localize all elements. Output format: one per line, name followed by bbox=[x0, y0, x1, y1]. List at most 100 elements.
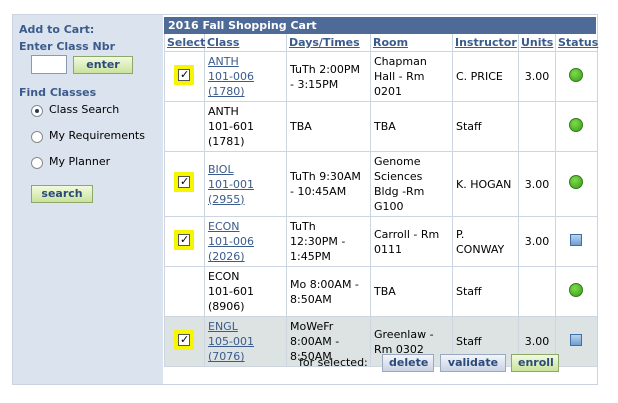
cart-row: ECON 101-006 (2026) TuTh 12:30PM - 1:45PMCa… bbox=[164, 216, 597, 267]
column-header-class[interactable]: Class bbox=[204, 34, 287, 52]
open-status-icon bbox=[569, 175, 584, 189]
waitlist-status-icon bbox=[570, 333, 583, 346]
radio-my-requirements-label: My Requirements bbox=[49, 129, 145, 142]
open-status-icon bbox=[569, 67, 584, 82]
radio-selected-icon[interactable] bbox=[31, 105, 43, 117]
table-header-row: Select Class Days/Times Room Instructor … bbox=[164, 34, 598, 52]
class-number[interactable]: (1780) bbox=[208, 85, 245, 98]
search-button[interactable]: search bbox=[31, 185, 93, 203]
cart-title: 2016 Fall Shopping Cart bbox=[164, 17, 596, 34]
class-subject[interactable]: ENGL bbox=[208, 320, 238, 333]
radio-my-planner-label: My Planner bbox=[49, 155, 111, 168]
days-times-cell: TuTh 9:30AM - 10:45AM bbox=[286, 151, 371, 217]
instructor-cell: P. CONWAY bbox=[452, 216, 519, 267]
class-cell: ANTH 101-601 (1781) bbox=[204, 101, 287, 152]
select-checkbox[interactable] bbox=[174, 172, 194, 192]
enter-class-nbr-label: Enter Class Nbr bbox=[19, 40, 116, 53]
class-cell: ECON 101-601 (8906) bbox=[204, 266, 287, 317]
class-section[interactable]: 101-006 bbox=[208, 70, 254, 83]
class-cell[interactable]: BIOL 101-001 (2955) bbox=[204, 151, 287, 217]
instructor-cell: Staff bbox=[452, 101, 519, 152]
status-cell bbox=[555, 266, 597, 317]
checkmark-icon[interactable] bbox=[178, 232, 190, 247]
days-times-cell: Mo 8:00AM - 8:50AM bbox=[286, 266, 371, 317]
class-nbr-input[interactable] bbox=[31, 55, 67, 74]
shopping-cart: 2016 Fall Shopping Cart Select Class Day… bbox=[164, 17, 598, 367]
class-section[interactable]: 101-001 bbox=[208, 178, 254, 191]
class-section: 101-601 bbox=[208, 120, 254, 133]
class-number[interactable]: (2026) bbox=[208, 250, 245, 263]
class-number: (8906) bbox=[208, 300, 245, 313]
select-checkbox[interactable] bbox=[174, 64, 194, 85]
select-cell bbox=[164, 266, 205, 317]
units-cell: 3.00 bbox=[518, 151, 556, 217]
cart-row: ECON 101-601 (8906) Mo 8:00AM - 8:50AM TBA St… bbox=[164, 266, 597, 317]
checkmark-icon[interactable] bbox=[178, 67, 190, 82]
class-section[interactable]: 101-006 bbox=[208, 235, 254, 248]
column-header-instructor[interactable]: Instructor bbox=[452, 34, 519, 52]
left-sidebar: Add to Cart: Enter Class Nbr enter Find … bbox=[13, 15, 163, 384]
checkmark-icon[interactable] bbox=[178, 174, 190, 189]
select-checkbox[interactable] bbox=[174, 229, 194, 250]
radio-class-search-label: Class Search bbox=[49, 103, 120, 116]
units-cell: 3.00 bbox=[518, 51, 556, 102]
cart-row: ANTH 101-006 (1780) TuTh 2:00PM - 3:15PMCha… bbox=[164, 51, 597, 102]
validate-button[interactable]: validate bbox=[440, 354, 506, 372]
instructor-cell: C. PRICE bbox=[452, 51, 519, 102]
radio-unselected-icon[interactable] bbox=[31, 131, 43, 143]
class-section: 101-601 bbox=[208, 285, 254, 298]
days-times-cell: TuTh 12:30PM - 1:45PM bbox=[286, 216, 371, 267]
room-cell: TBA bbox=[370, 101, 453, 152]
class-number[interactable]: (2955) bbox=[208, 193, 245, 206]
select-cell bbox=[164, 316, 205, 367]
radio-unselected-icon[interactable] bbox=[31, 157, 43, 169]
class-number: (1781) bbox=[208, 135, 245, 148]
delete-button[interactable]: delete bbox=[382, 354, 434, 372]
for-selected-label: for selected: bbox=[299, 356, 368, 369]
shopping-cart-panel: Add to Cart: Enter Class Nbr enter Find … bbox=[12, 14, 598, 385]
cart-row: ANTH 101-601 (1781) TBA TBA Staff bbox=[164, 101, 597, 152]
enroll-button[interactable]: enroll bbox=[511, 354, 559, 372]
units-cell bbox=[518, 266, 556, 317]
open-status-icon bbox=[569, 282, 584, 297]
units-cell: 3.00 bbox=[518, 216, 556, 267]
room-cell: Carroll - Rm 0111 bbox=[370, 216, 453, 267]
instructor-cell: Staff bbox=[452, 266, 519, 317]
select-cell bbox=[164, 51, 205, 102]
class-cell[interactable]: ENGL 105-001 (7076) bbox=[204, 316, 287, 367]
class-subject[interactable]: BIOL bbox=[208, 163, 234, 176]
column-header-units[interactable]: Units bbox=[518, 34, 556, 52]
add-to-cart-heading: Add to Cart: bbox=[19, 23, 95, 36]
status-cell bbox=[555, 101, 597, 152]
enter-button[interactable]: enter bbox=[73, 56, 133, 74]
select-cell bbox=[164, 101, 205, 152]
class-subject: ECON bbox=[208, 270, 240, 283]
cart-table: Select Class Days/Times Room Instructor … bbox=[164, 34, 598, 367]
class-number[interactable]: (7076) bbox=[208, 350, 245, 363]
select-cell bbox=[164, 151, 205, 217]
select-checkbox[interactable] bbox=[174, 329, 194, 350]
instructor-cell: K. HOGAN bbox=[452, 151, 519, 217]
status-cell bbox=[555, 316, 597, 367]
class-cell[interactable]: ECON 101-006 (2026) bbox=[204, 216, 287, 267]
find-classes-heading: Find Classes bbox=[19, 86, 97, 99]
column-header-select[interactable]: Select bbox=[164, 34, 205, 52]
class-cell[interactable]: ANTH 101-006 (1780) bbox=[204, 51, 287, 102]
room-cell: Chapman Hall - Rm 0201 bbox=[370, 51, 453, 102]
class-subject[interactable]: ECON bbox=[208, 220, 240, 233]
checkmark-icon[interactable] bbox=[178, 332, 190, 347]
column-header-status[interactable]: Status bbox=[555, 34, 598, 52]
status-cell bbox=[555, 216, 597, 267]
days-times-cell: TuTh 2:00PM - 3:15PM bbox=[286, 51, 371, 102]
column-header-room[interactable]: Room bbox=[370, 34, 453, 52]
cart-row: BIOL 101-001 (2955) TuTh 9:30AM - 10:45AMGe… bbox=[164, 151, 597, 217]
units-cell bbox=[518, 101, 556, 152]
status-cell bbox=[555, 51, 597, 102]
column-header-days-times[interactable]: Days/Times bbox=[286, 34, 371, 52]
class-subject[interactable]: ANTH bbox=[208, 55, 239, 68]
room-cell: TBA bbox=[370, 266, 453, 317]
days-times-cell: TBA bbox=[286, 101, 371, 152]
waitlist-status-icon bbox=[570, 233, 583, 246]
class-subject: ANTH bbox=[208, 105, 239, 118]
class-section[interactable]: 105-001 bbox=[208, 335, 254, 348]
